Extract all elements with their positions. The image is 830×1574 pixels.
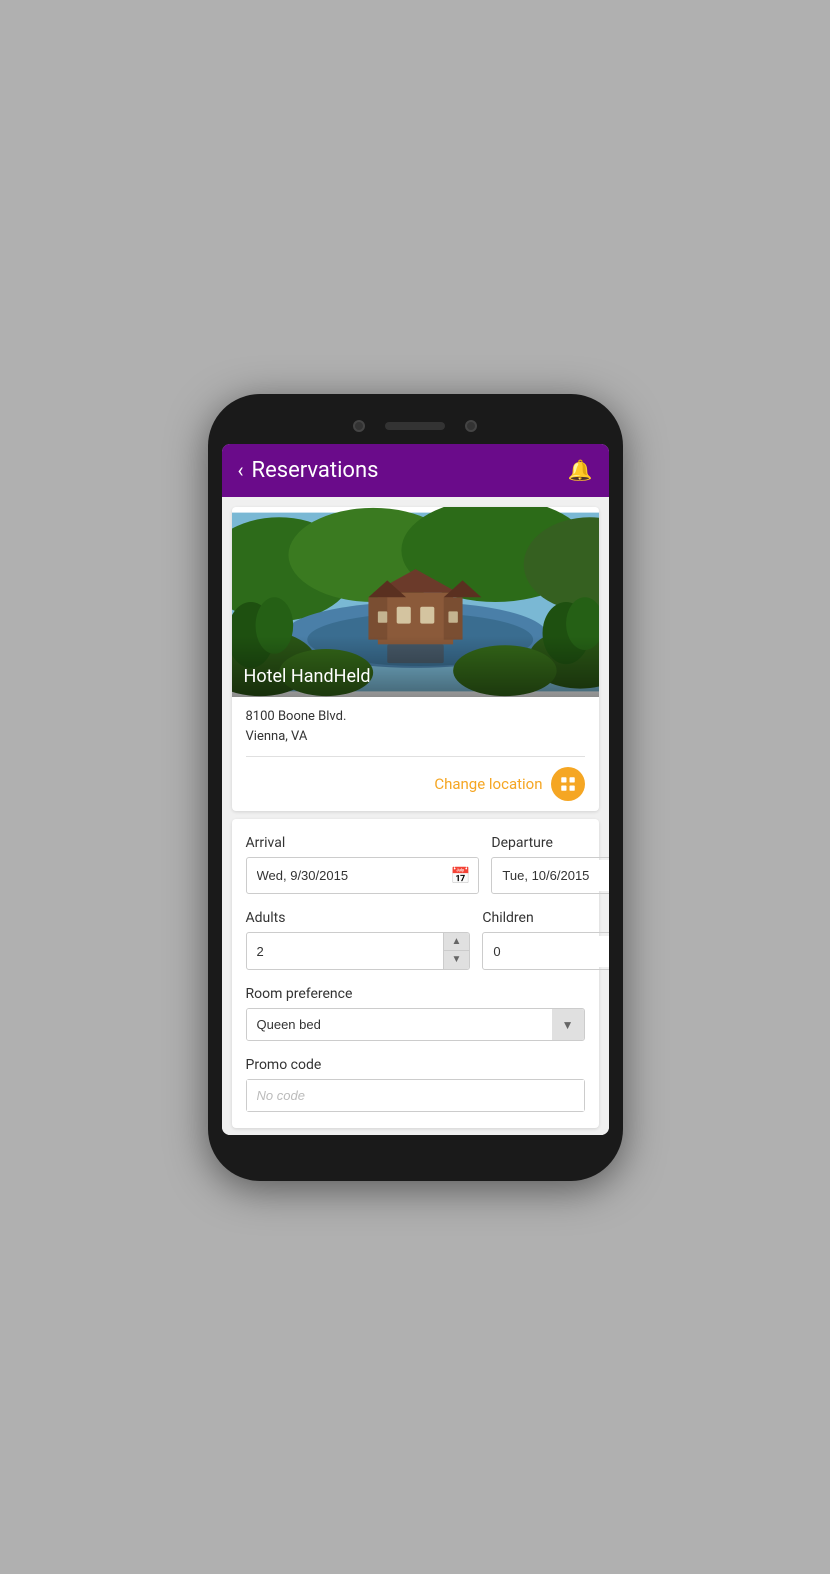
room-preference-dropdown[interactable]: ▼ (246, 1008, 585, 1041)
departure-input[interactable] (492, 860, 608, 891)
room-preference-arrow[interactable]: ▼ (552, 1009, 584, 1040)
phone-shell: ‹ Reservations 🔔 (208, 394, 623, 1181)
header-left: ‹ Reservations (238, 458, 379, 483)
arrival-calendar-icon[interactable]: 📅 (443, 858, 479, 893)
arrival-label: Arrival (246, 835, 480, 851)
hotel-image-container: Hotel HandHeld (232, 507, 599, 697)
children-label: Children (482, 910, 608, 926)
phone-screen: ‹ Reservations 🔔 (222, 444, 609, 1135)
notification-icon[interactable]: 🔔 (568, 458, 593, 482)
phone-speaker (385, 422, 445, 430)
scroll-content: Hotel HandHeld 8100 Boone Blvd. Vienna, … (222, 497, 609, 1135)
hotel-address: 8100 Boone Blvd. Vienna, VA (232, 697, 599, 757)
arrival-group: Arrival 📅 (246, 835, 480, 894)
adults-input-wrapper[interactable]: ▲ ▼ (246, 932, 471, 970)
adults-increment[interactable]: ▲ (444, 933, 470, 951)
children-input-wrapper[interactable]: ▲ ▼ (482, 932, 608, 970)
promo-code-input[interactable] (247, 1080, 584, 1111)
hotel-address-line2: Vienna, VA (246, 727, 585, 748)
promo-code-group: Promo code (246, 1057, 585, 1112)
app-header: ‹ Reservations 🔔 (222, 444, 609, 497)
promo-code-input-wrapper[interactable] (246, 1079, 585, 1112)
arrival-departure-row: Arrival 📅 Departure 📅 (246, 835, 585, 894)
phone-camera (353, 420, 365, 432)
hotel-address-line1: 8100 Boone Blvd. (246, 707, 585, 728)
adults-group: Adults ▲ ▼ (246, 910, 471, 970)
hotel-name: Hotel HandHeld (232, 636, 599, 697)
change-location-text[interactable]: Change location (434, 775, 542, 793)
departure-label: Departure (491, 835, 608, 851)
change-location-icon[interactable] (551, 767, 585, 801)
adults-label: Adults (246, 910, 471, 926)
adults-spinner[interactable]: ▲ ▼ (443, 933, 470, 969)
back-button[interactable]: ‹ (238, 458, 244, 482)
page-title: Reservations (252, 458, 379, 483)
change-location-row[interactable]: Change location (232, 757, 599, 811)
adults-decrement[interactable]: ▼ (444, 951, 470, 969)
children-input[interactable] (483, 936, 608, 967)
room-preference-label: Room preference (246, 986, 585, 1002)
adults-input[interactable] (247, 936, 443, 967)
hotel-card: Hotel HandHeld 8100 Boone Blvd. Vienna, … (232, 507, 599, 812)
room-preference-group: Room preference ▼ (246, 986, 585, 1041)
children-group: Children ▲ ▼ (482, 910, 608, 970)
departure-group: Departure 📅 (491, 835, 608, 894)
room-preference-input[interactable] (247, 1009, 552, 1040)
arrival-input-wrapper[interactable]: 📅 (246, 857, 480, 894)
arrival-input[interactable] (247, 860, 443, 891)
promo-code-label: Promo code (246, 1057, 585, 1073)
phone-camera-right (465, 420, 477, 432)
adults-children-row: Adults ▲ ▼ Children (246, 910, 585, 970)
form-card: Arrival 📅 Departure 📅 (232, 819, 599, 1128)
phone-top-bar (222, 412, 609, 440)
departure-input-wrapper[interactable]: 📅 (491, 857, 608, 894)
